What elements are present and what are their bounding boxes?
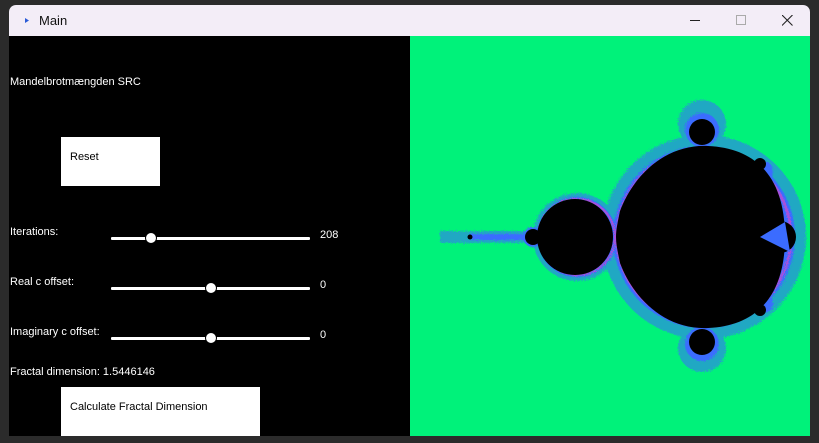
iterations-slider[interactable] [111,232,310,244]
main-window: Main Mandelbrotmængden SRC Reset Iterati… [9,5,810,436]
close-icon [782,15,793,26]
panel-title: Mandelbrotmængden SRC [10,76,141,88]
iterations-value: 208 [320,229,339,241]
imaginary-offset-label: Imaginary c offset: [10,326,100,338]
imaginary-offset-value: 0 [320,329,327,341]
slider-track [111,237,310,240]
mandelbrot-canvas[interactable] [410,36,810,436]
close-button[interactable] [764,5,810,36]
slider-thumb[interactable] [144,232,157,244]
real-offset-value: 0 [320,279,327,291]
iterations-label: Iterations: [10,226,59,238]
calculate-fractal-dimension-button[interactable]: Calculate Fractal Dimension [61,387,260,436]
controls-panel: Mandelbrotmængden SRC Reset Iterations: … [9,36,409,436]
window-title: Main [39,13,68,28]
minimize-icon [690,20,700,21]
real-offset-label: Real c offset: [10,276,74,288]
mandelbrot-image [410,36,810,436]
slider-thumb[interactable] [204,282,217,294]
reset-button[interactable]: Reset [61,137,160,186]
maximize-button[interactable] [718,5,764,36]
title-bar[interactable]: Main [9,5,810,36]
imaginary-offset-slider[interactable] [111,332,310,344]
fractal-dimension-readout: Fractal dimension: 1.5446146 [10,366,155,378]
slider-thumb[interactable] [204,332,217,344]
minimize-button[interactable] [672,5,718,36]
real-offset-slider[interactable] [111,282,310,294]
app-icon [25,18,29,23]
maximize-icon [736,15,746,25]
